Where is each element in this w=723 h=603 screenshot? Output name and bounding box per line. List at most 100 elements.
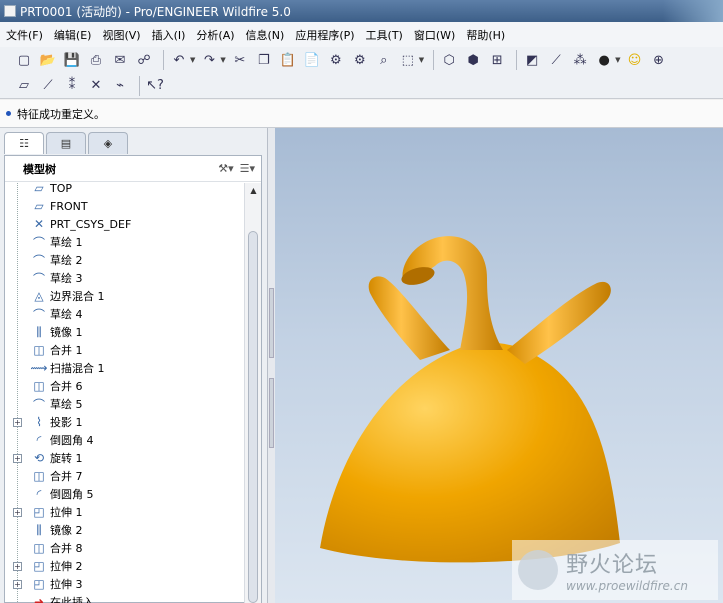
menu-file[interactable]: 文件(F) [6, 27, 43, 43]
tree-item[interactable]: ⌒ 草绘 3 [5, 269, 245, 287]
tree-item[interactable]: ◫ 合并 6 [5, 377, 245, 395]
datum-point-tool-icon[interactable]: ⁑ [62, 76, 82, 96]
expand-icon[interactable]: + [13, 561, 22, 571]
main-toolbar: ▢ 📂 💾 ⎙ ✉ ☍ ↶ ▼ ↷ ▼ ✂ ❐ 📋 📄 ⚙ ⚙ ⌕ ⬚ ▼ ⬡ … [0, 47, 723, 73]
expand-icon[interactable]: + [13, 417, 22, 427]
datum-axis-tool-icon[interactable]: ⟋ [38, 76, 58, 96]
point-display-icon[interactable]: ⊞ [487, 50, 507, 70]
regen-manager-icon[interactable]: ⚙ [350, 50, 370, 70]
menu-edit[interactable]: 编辑(E) [54, 27, 92, 43]
tree-item-label: 草绘 5 [50, 398, 83, 411]
tree-item[interactable]: ▱ TOP [5, 183, 245, 197]
tree-item[interactable]: ◬ 边界混合 1 [5, 287, 245, 305]
tree-item[interactable]: ⟿ 扫描混合 1 [5, 359, 245, 377]
paste-icon[interactable]: 📋 [278, 50, 298, 70]
menu-window[interactable]: 窗口(W) [414, 27, 455, 43]
feature-toolbar: ▱ ⟋ ⁑ ✕ ⌁ ↖? [0, 73, 723, 99]
axis-display-icon[interactable]: ⬢ [463, 50, 483, 70]
undo-icon[interactable]: ↶ [169, 50, 189, 70]
expand-icon[interactable]: + [13, 453, 22, 463]
extrude-icon: ◰ [33, 559, 45, 573]
tree-item[interactable]: ◜ 倒圆角 5 [5, 485, 245, 503]
scroll-up-icon[interactable]: ▲ [245, 183, 262, 199]
tree-item-label: 合并 8 [50, 542, 83, 555]
menu-analysis[interactable]: 分析(A) [196, 27, 234, 43]
watermark-brand: 野火论坛 [566, 553, 659, 578]
toolbar-separator [139, 75, 140, 96]
redo-icon[interactable]: ↷ [199, 50, 219, 70]
smiley-icon[interactable]: ☺ [625, 50, 645, 70]
save-icon[interactable]: 💾 [62, 50, 82, 70]
datum-plane-icon[interactable]: ▱ [14, 76, 34, 96]
new-file-icon[interactable]: ▢ [14, 50, 34, 70]
favorites-tab[interactable]: ◈ [88, 132, 128, 154]
scroll-thumb[interactable] [248, 231, 258, 603]
tree-item[interactable]: ◫ 合并 8 [5, 539, 245, 557]
paste-special-icon[interactable]: 📄 [302, 50, 322, 70]
expand-icon[interactable]: + [13, 507, 22, 517]
tree-item-label: FRONT [50, 199, 88, 213]
menu-applications[interactable]: 应用程序(P) [295, 27, 354, 43]
tree-item[interactable]: ⌒ 草绘 1 [5, 233, 245, 251]
tree-item[interactable]: + ⌇ 投影 1 [5, 413, 245, 431]
send-mail-icon[interactable]: ✉ [110, 50, 130, 70]
tree-item-label: 在此插入 [50, 596, 94, 603]
tree-item[interactable]: ⌒ 草绘 4 [5, 305, 245, 323]
tree-item[interactable]: ⌒ 草绘 5 [5, 395, 245, 413]
zoom-in-icon[interactable]: ⊕ [649, 50, 669, 70]
message-area: 特征成功重定义。 [0, 100, 723, 128]
tree-item[interactable]: ◫ 合并 7 [5, 467, 245, 485]
graphics-viewport[interactable] [275, 128, 723, 603]
tree-item[interactable]: + ◰ 拉伸 2 [5, 557, 245, 575]
datum-curve-icon[interactable]: ⌁ [110, 76, 130, 96]
datum-point-icon[interactable]: ⁂ [570, 50, 590, 70]
tree-item[interactable]: ⌒ 草绘 2 [5, 251, 245, 269]
send-link-icon[interactable]: ☍ [134, 50, 154, 70]
cut-icon[interactable]: ✂ [230, 50, 250, 70]
menu-view[interactable]: 视图(V) [102, 27, 140, 43]
tree-item[interactable]: ◜ 倒圆角 4 [5, 431, 245, 449]
tree-item[interactable]: + ◰ 拉伸 3 [5, 575, 245, 593]
redo-dropdown-icon[interactable]: ▼ [220, 56, 225, 64]
datum-csys-icon[interactable]: ✕ [86, 76, 106, 96]
find-icon[interactable]: ⌕ [374, 50, 394, 70]
menu-tools[interactable]: 工具(T) [366, 27, 403, 43]
selection-dropdown-icon[interactable]: ▼ [419, 56, 424, 64]
tree-item[interactable]: ⫼ 镜像 1 [5, 323, 245, 341]
context-help-icon[interactable]: ↖? [145, 76, 165, 96]
tree-item[interactable]: ▱ FRONT [5, 197, 245, 215]
copy-icon[interactable]: ❐ [254, 50, 274, 70]
tree-settings-icon[interactable]: ⚒▾ [218, 162, 233, 175]
tree-item[interactable]: ◫ 合并 1 [5, 341, 245, 359]
model-tree-tab[interactable]: ☷ [4, 132, 44, 154]
tree-item-label: 草绘 3 [50, 272, 83, 285]
menu-help[interactable]: 帮助(H) [466, 27, 505, 43]
menu-insert[interactable]: 插入(I) [152, 27, 186, 43]
sketch-tool-icon[interactable]: ◩ [522, 50, 542, 70]
tree-scrollbar[interactable]: ▲ [244, 183, 261, 603]
tree-item[interactable]: ✕ PRT_CSYS_DEF [5, 215, 245, 233]
open-file-icon[interactable]: 📂 [38, 50, 58, 70]
model-tree-header: 模型树 ⚒▾ ☰▾ [5, 156, 261, 182]
panel-splitter[interactable] [268, 128, 275, 603]
appearance-ball-icon[interactable]: ● [594, 50, 614, 70]
datum-axis-icon[interactable]: ⟋ [546, 50, 566, 70]
tree-show-icon[interactable]: ☰▾ [240, 162, 255, 175]
splitter-grip[interactable] [269, 288, 274, 358]
splitter-grip[interactable] [269, 378, 274, 448]
folder-browser-tab[interactable]: ▤ [46, 132, 86, 154]
regenerate-icon[interactable]: ⚙ [326, 50, 346, 70]
tree-item[interactable]: + ⟲ 旋转 1 [5, 449, 245, 467]
expand-icon[interactable]: + [13, 579, 22, 589]
tree-item[interactable]: ⫼ 镜像 2 [5, 521, 245, 539]
undo-dropdown-icon[interactable]: ▼ [190, 56, 195, 64]
model-render [320, 236, 620, 563]
appearance-dropdown-icon[interactable]: ▼ [615, 56, 620, 64]
favorites-icon: ◈ [103, 137, 113, 150]
selection-box-icon[interactable]: ⬚ [398, 50, 418, 70]
datum-display-icon[interactable]: ⬡ [439, 50, 459, 70]
print-icon[interactable]: ⎙ [86, 50, 106, 70]
menu-info[interactable]: 信息(N) [246, 27, 285, 43]
tree-item[interactable]: ➜ 在此插入 [5, 593, 245, 603]
tree-item[interactable]: + ◰ 拉伸 1 [5, 503, 245, 521]
